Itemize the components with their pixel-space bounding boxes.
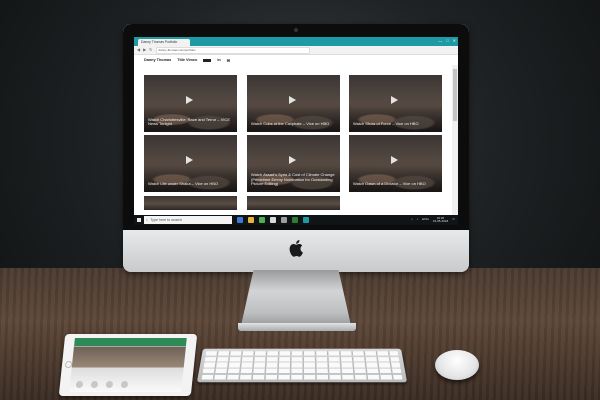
network-icon[interactable]: ⌁ xyxy=(411,217,413,221)
browser-tab-bar: Danny Thomas Portfolio — □ ✕ xyxy=(134,37,458,46)
video-tile[interactable] xyxy=(247,196,340,210)
tablet-app-icon xyxy=(105,381,114,388)
system-tray: ⌁ ♪ ENG 10:26 15-05-2018 ▭ xyxy=(411,216,458,224)
reload-icon[interactable]: ↻ xyxy=(149,46,152,54)
magic-mouse xyxy=(435,350,479,380)
play-icon[interactable] xyxy=(391,96,398,104)
site-name[interactable]: Danny Thomas xyxy=(144,58,171,62)
video-caption: Watch Assad's Syria & Cost of Climate Ch… xyxy=(251,172,335,187)
imac-monitor: Danny Thomas Portfolio — □ ✕ ◀ ▶ ↻ danny… xyxy=(123,24,469,272)
taskbar-search-input[interactable]: ○ Type here to search xyxy=(144,216,232,224)
video-tile[interactable]: Watch Life under Shaka – Vice on HBO xyxy=(144,135,237,192)
windows-taskbar: ○ Type here to search ⌁ ♪ ENG 10:26 15-0… xyxy=(134,215,458,225)
key-row xyxy=(204,356,400,362)
volume-icon[interactable]: ♪ xyxy=(417,217,419,221)
notifications-icon[interactable]: ▭ xyxy=(452,217,455,221)
browser-tab[interactable]: Danny Thomas Portfolio xyxy=(138,39,190,46)
monitor-stand xyxy=(240,270,352,330)
clock-date: 15-05-2018 xyxy=(432,219,449,223)
apple-logo-icon xyxy=(289,240,303,257)
search-placeholder: Type here to search xyxy=(150,218,182,222)
video-caption: Watch Dawn of a Dictator – Vice on HBO xyxy=(353,181,426,187)
chrome-icon[interactable] xyxy=(259,217,265,223)
tablet-app-header xyxy=(73,338,187,346)
video-thumbnail xyxy=(247,100,340,132)
mail-icon[interactable]: ✉ xyxy=(227,58,230,63)
tablet-app-icon xyxy=(75,381,84,388)
video-tile[interactable]: Watch Dawn of a Dictator – Vice on HBO xyxy=(349,135,442,192)
play-icon[interactable] xyxy=(186,156,193,164)
video-thumbnail xyxy=(349,100,442,132)
tablet-device xyxy=(58,334,198,396)
video-tile[interactable]: Watch Charlottesville: Race and Terror –… xyxy=(144,75,237,132)
maximize-icon[interactable]: □ xyxy=(446,38,448,44)
key-row xyxy=(202,368,402,374)
video-grid: Watch Charlottesville: Race and Terror –… xyxy=(134,65,452,215)
play-icon[interactable] xyxy=(391,156,398,164)
keyboard-keys xyxy=(201,351,403,380)
site-nav: Danny Thomas Title Vimeo in ✉ xyxy=(134,55,458,65)
key-row xyxy=(203,362,401,368)
file-explorer-icon[interactable] xyxy=(248,217,254,223)
key-row xyxy=(205,351,399,356)
nav-item-vimeo[interactable]: Title Vimeo xyxy=(177,58,197,62)
play-icon[interactable] xyxy=(289,156,296,164)
monitor-stand-foot xyxy=(238,323,356,331)
video-caption: Watch Charlottesville: Race and Terror –… xyxy=(148,116,231,127)
app-icon[interactable] xyxy=(303,217,309,223)
url-input[interactable]: danny-thomas.com/portfolio xyxy=(155,46,310,54)
clock[interactable]: 10:26 15-05-2018 xyxy=(432,216,449,224)
start-button[interactable] xyxy=(134,215,144,225)
nav-logo-icon[interactable] xyxy=(203,58,212,62)
video-tile[interactable]: Watch Cubs of the Caliphate – Vice on HB… xyxy=(247,75,340,132)
window-controls: — □ ✕ xyxy=(438,38,456,44)
screen: Danny Thomas Portfolio — □ ✕ ◀ ▶ ↻ danny… xyxy=(134,37,458,225)
scrollbar[interactable] xyxy=(452,65,458,215)
key-row xyxy=(201,374,403,380)
video-caption: Watch Cubs of the Caliphate – Vice on HB… xyxy=(251,121,330,127)
close-icon[interactable]: ✕ xyxy=(453,38,456,44)
video-thumbnail xyxy=(144,160,237,192)
video-tile[interactable] xyxy=(144,196,237,210)
tablet-icon-row xyxy=(75,381,129,388)
task-view-icon[interactable] xyxy=(237,217,243,223)
video-tile[interactable]: Watch Assad's Syria & Cost of Climate Ch… xyxy=(247,135,340,192)
minimize-icon[interactable]: — xyxy=(438,38,442,44)
play-icon[interactable] xyxy=(289,96,296,104)
forward-icon[interactable]: ▶ xyxy=(143,46,146,54)
keyboard xyxy=(196,348,408,383)
excel-icon[interactable] xyxy=(292,217,298,223)
store-icon[interactable] xyxy=(270,217,276,223)
play-icon[interactable] xyxy=(186,96,193,104)
search-icon: ○ xyxy=(146,218,149,222)
back-icon[interactable]: ◀ xyxy=(137,46,140,54)
webcam xyxy=(294,28,298,32)
video-thumbnail xyxy=(349,160,442,192)
scroll-thumb[interactable] xyxy=(453,69,457,121)
video-caption: Watch Show of Force – Vice on HBO xyxy=(353,121,419,127)
video-tile[interactable]: Watch Show of Force – Vice on HBO xyxy=(349,75,442,132)
windows-logo-icon xyxy=(136,217,142,223)
tablet-app-icon xyxy=(90,381,99,388)
linkedin-icon[interactable]: in xyxy=(217,58,220,62)
calculator-icon[interactable] xyxy=(281,217,287,223)
language-indicator[interactable]: ENG xyxy=(422,217,429,221)
video-caption: Watch Life under Shaka – Vice on HBO xyxy=(148,181,219,187)
monitor-bezel: Danny Thomas Portfolio — □ ✕ ◀ ▶ ↻ danny… xyxy=(123,24,469,230)
address-bar: ◀ ▶ ↻ danny-thomas.com/portfolio xyxy=(134,46,458,55)
tablet-screen xyxy=(69,338,187,392)
tablet-app-icon xyxy=(120,381,129,388)
